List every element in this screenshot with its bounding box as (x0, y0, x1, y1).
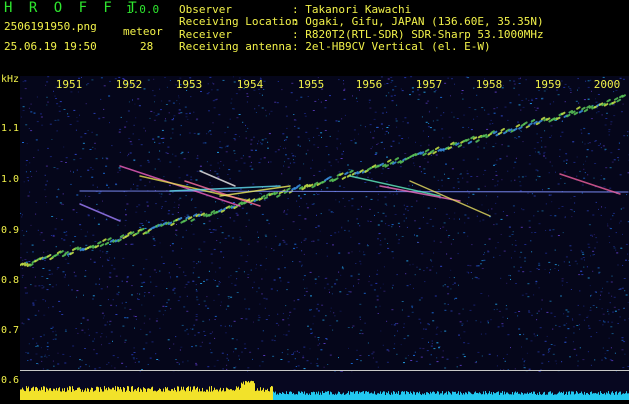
antenna-value: : 2el-HB9CV Vertical (el. E-W) (292, 41, 491, 53)
y-tick-label: 1.1 (1, 124, 19, 134)
y-tick-label: 0.7 (1, 326, 19, 336)
x-tick-label: 1952 (116, 79, 143, 91)
x-tick-label: 1956 (356, 79, 383, 91)
x-tick-label: 1957 (416, 79, 443, 91)
x-tick-label: 1951 (56, 79, 83, 91)
antenna-label: Receiving antenna (179, 41, 292, 53)
y-tick-label: 0.6 (1, 376, 19, 386)
y-tick-label: 1.0 (1, 175, 19, 185)
x-tick-label: 2000 (594, 79, 621, 91)
app-version: 1.0.0 (126, 4, 159, 16)
x-tick-label: 1959 (535, 79, 562, 91)
x-tick-label: 1958 (476, 79, 503, 91)
signal-level-strip (20, 372, 629, 400)
y-tick-label: 0.8 (1, 276, 19, 286)
signal-level-bars (20, 372, 629, 400)
x-tick-label: 1953 (176, 79, 203, 91)
timestamp: 25.06.19 19:50 (4, 41, 97, 53)
file-name: 2506191950.png (4, 21, 97, 33)
location-value: : Ogaki, Gifu, JAPAN (136.60E, 35.35N) (292, 16, 544, 28)
app-name: H R O F F T (4, 2, 141, 14)
spectrogram-canvas (20, 76, 629, 372)
y-tick-label: 0.9 (1, 226, 19, 236)
count-value: 28 (140, 41, 153, 53)
level-separator-line (20, 370, 629, 371)
x-tick-label: 1954 (237, 79, 264, 91)
meteor-streaks (20, 95, 628, 266)
noise-layer (20, 76, 629, 372)
header-panel: H R O F F T 1.0.0 2506191950.png meteor … (0, 0, 629, 70)
spectrogram-area (20, 76, 629, 372)
y-unit-label: kHz (1, 75, 19, 85)
location-label: Receiving Location (179, 16, 298, 28)
count-label: meteor (123, 26, 163, 38)
x-tick-label: 1955 (298, 79, 325, 91)
